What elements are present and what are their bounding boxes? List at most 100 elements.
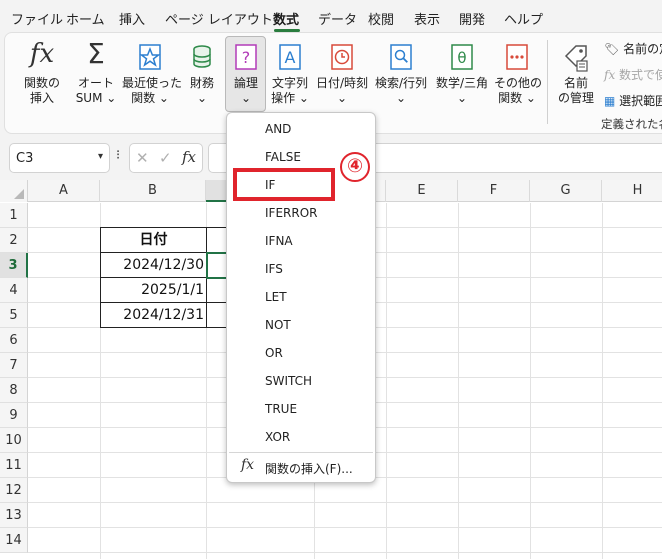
recently-used-button[interactable]: 最近使った 関数 ⌄	[122, 36, 182, 110]
insert-function-label-1: 関数の	[23, 76, 60, 90]
autosum-button[interactable]: Σ オート SUM ⌄	[72, 36, 120, 110]
menu-bar: ファイル ホーム 挿入 ページ レイアウト 数式 データ 校閲 表示 開発 ヘル…	[0, 0, 662, 32]
column-header-f[interactable]: F	[458, 180, 530, 202]
name-manager-button[interactable]: 名前 の管理	[556, 36, 596, 110]
row-header-4[interactable]: 4	[0, 278, 28, 303]
tag-small-icon: 🏷	[604, 42, 620, 56]
lookup-button[interactable]: 検索/行列 ⌄	[372, 36, 430, 110]
text-label-1: 文字列	[271, 76, 308, 90]
create-from-selection-button[interactable]: ▦ 選択範囲	[604, 92, 662, 109]
dropdown-item-or[interactable]: OR	[265, 346, 283, 360]
menu-tab-developer[interactable]: 開発	[459, 9, 485, 28]
cell-b4[interactable]: 2025/1/1	[101, 278, 206, 303]
dropdown-item-iferror[interactable]: IFERROR	[265, 206, 317, 220]
cancel-icon[interactable]: ✕	[136, 149, 149, 167]
cell-b5[interactable]: 2024/12/31	[101, 303, 206, 328]
use-in-formula-button[interactable]: fx 数式で使	[604, 66, 662, 83]
gridline	[28, 552, 662, 553]
more-functions-icon	[506, 44, 528, 73]
row-header-13[interactable]: 13	[0, 503, 28, 528]
insert-function-button[interactable]: fx 関数の 挿入	[18, 36, 66, 110]
logical-button[interactable]: ? 論理 ⌄	[226, 36, 266, 110]
menu-tab-page-layout[interactable]: ページ レイアウト	[165, 9, 273, 28]
fx-icon: fx	[241, 457, 255, 473]
cell-b2-header[interactable]: 日付	[101, 228, 206, 253]
row-header-7[interactable]: 7	[0, 353, 28, 378]
row-header-9[interactable]: 9	[0, 403, 28, 428]
dropdown-item-xor[interactable]: XOR	[265, 430, 290, 444]
autosum-label-2: SUM ⌄	[75, 91, 117, 105]
define-name-button[interactable]: 🏷 名前の定	[604, 40, 662, 57]
dropdown-item-ifs[interactable]: IFS	[265, 262, 283, 276]
row-header-2[interactable]: 2	[0, 228, 28, 253]
text-button[interactable]: A 文字列 操作 ⌄	[268, 36, 312, 110]
menu-tab-home[interactable]: ホーム	[66, 9, 105, 28]
select-all-button[interactable]	[0, 180, 28, 202]
math-label-1: 数学/三角	[435, 76, 489, 90]
sigma-icon: Σ	[87, 37, 105, 70]
logical-label-1: 論理	[233, 76, 258, 90]
dropdown-item-false[interactable]: FALSE	[265, 150, 301, 164]
cell-b3[interactable]: 2024/12/30	[101, 253, 206, 278]
row-header-6[interactable]: 6	[0, 328, 28, 353]
menu-tab-view[interactable]: 表示	[414, 9, 440, 28]
math-button[interactable]: θ 数学/三角 ⌄	[432, 36, 492, 110]
dropdown-insert-function[interactable]: 関数の挿入(F)...	[265, 460, 353, 477]
lookup-icon	[390, 44, 412, 73]
dropdown-separator	[229, 452, 373, 453]
datetime-label-1: 日付/時刻	[315, 76, 369, 90]
text-label-2: 操作 ⌄	[271, 91, 309, 105]
text-a-icon: A	[279, 44, 301, 73]
row-header-10[interactable]: 10	[0, 428, 28, 453]
menu-tab-help[interactable]: ヘルプ	[504, 9, 543, 28]
gridline	[602, 203, 603, 559]
more-functions-label-2: 関数 ⌄	[498, 91, 536, 105]
menu-tab-insert[interactable]: 挿入	[119, 9, 145, 28]
dropdown-item-true[interactable]: TRUE	[265, 402, 297, 416]
dropdown-item-let[interactable]: LET	[265, 290, 287, 304]
chevron-down-icon[interactable]: ▾	[98, 151, 103, 162]
table-border	[100, 227, 227, 228]
math-label-2: ⌄	[456, 91, 468, 105]
recently-used-label-1: 最近使った	[122, 76, 183, 90]
financial-label-2: ⌄	[196, 91, 208, 105]
row-header-12[interactable]: 12	[0, 478, 28, 503]
dropdown-item-switch[interactable]: SWITCH	[265, 374, 312, 388]
menu-tab-formulas[interactable]: 数式	[273, 9, 299, 28]
row-header-11[interactable]: 11	[0, 453, 28, 478]
gridline	[530, 203, 531, 559]
gridline	[386, 203, 387, 559]
enter-icon[interactable]: ✓	[159, 149, 172, 167]
row-header-1[interactable]: 1	[0, 203, 28, 228]
row-header-5[interactable]: 5	[0, 303, 28, 328]
dropdown-item-not[interactable]: NOT	[265, 318, 291, 332]
table-border	[100, 302, 227, 303]
gridline	[28, 527, 662, 528]
menu-tab-data[interactable]: データ	[318, 9, 357, 28]
recently-used-label-2: 関数 ⌄	[131, 91, 169, 105]
insert-function-fx-icon[interactable]: fx	[182, 148, 196, 166]
column-header-b[interactable]: B	[100, 180, 206, 202]
autosum-label-1: オート	[77, 76, 114, 90]
column-header-g[interactable]: G	[530, 180, 602, 202]
column-header-h[interactable]: H	[602, 180, 662, 202]
ribbon-group-separator	[547, 40, 548, 124]
dropdown-item-ifna[interactable]: IFNA	[265, 234, 293, 248]
column-header-e[interactable]: E	[386, 180, 458, 202]
more-options-icon[interactable]: ⁝	[116, 148, 120, 163]
row-header-8[interactable]: 8	[0, 378, 28, 403]
more-functions-button[interactable]: その他の 関数 ⌄	[494, 36, 542, 110]
dropdown-item-and[interactable]: AND	[265, 122, 291, 136]
select-all-triangle-icon	[14, 189, 24, 199]
name-box[interactable]: C3 ▾	[9, 143, 110, 173]
menu-tab-file[interactable]: ファイル	[11, 9, 63, 28]
datetime-button[interactable]: 日付/時刻 ⌄	[314, 36, 370, 110]
financial-button[interactable]: 財務 ⌄	[182, 36, 222, 110]
menu-tab-review[interactable]: 校閲	[368, 9, 394, 28]
column-header-a[interactable]: A	[28, 180, 100, 202]
fx-icon: fx	[29, 39, 55, 69]
name-box-value: C3	[16, 151, 34, 166]
row-header-3[interactable]: 3	[0, 253, 28, 278]
table-small-icon: ▦	[604, 94, 616, 108]
row-header-14[interactable]: 14	[0, 528, 28, 553]
